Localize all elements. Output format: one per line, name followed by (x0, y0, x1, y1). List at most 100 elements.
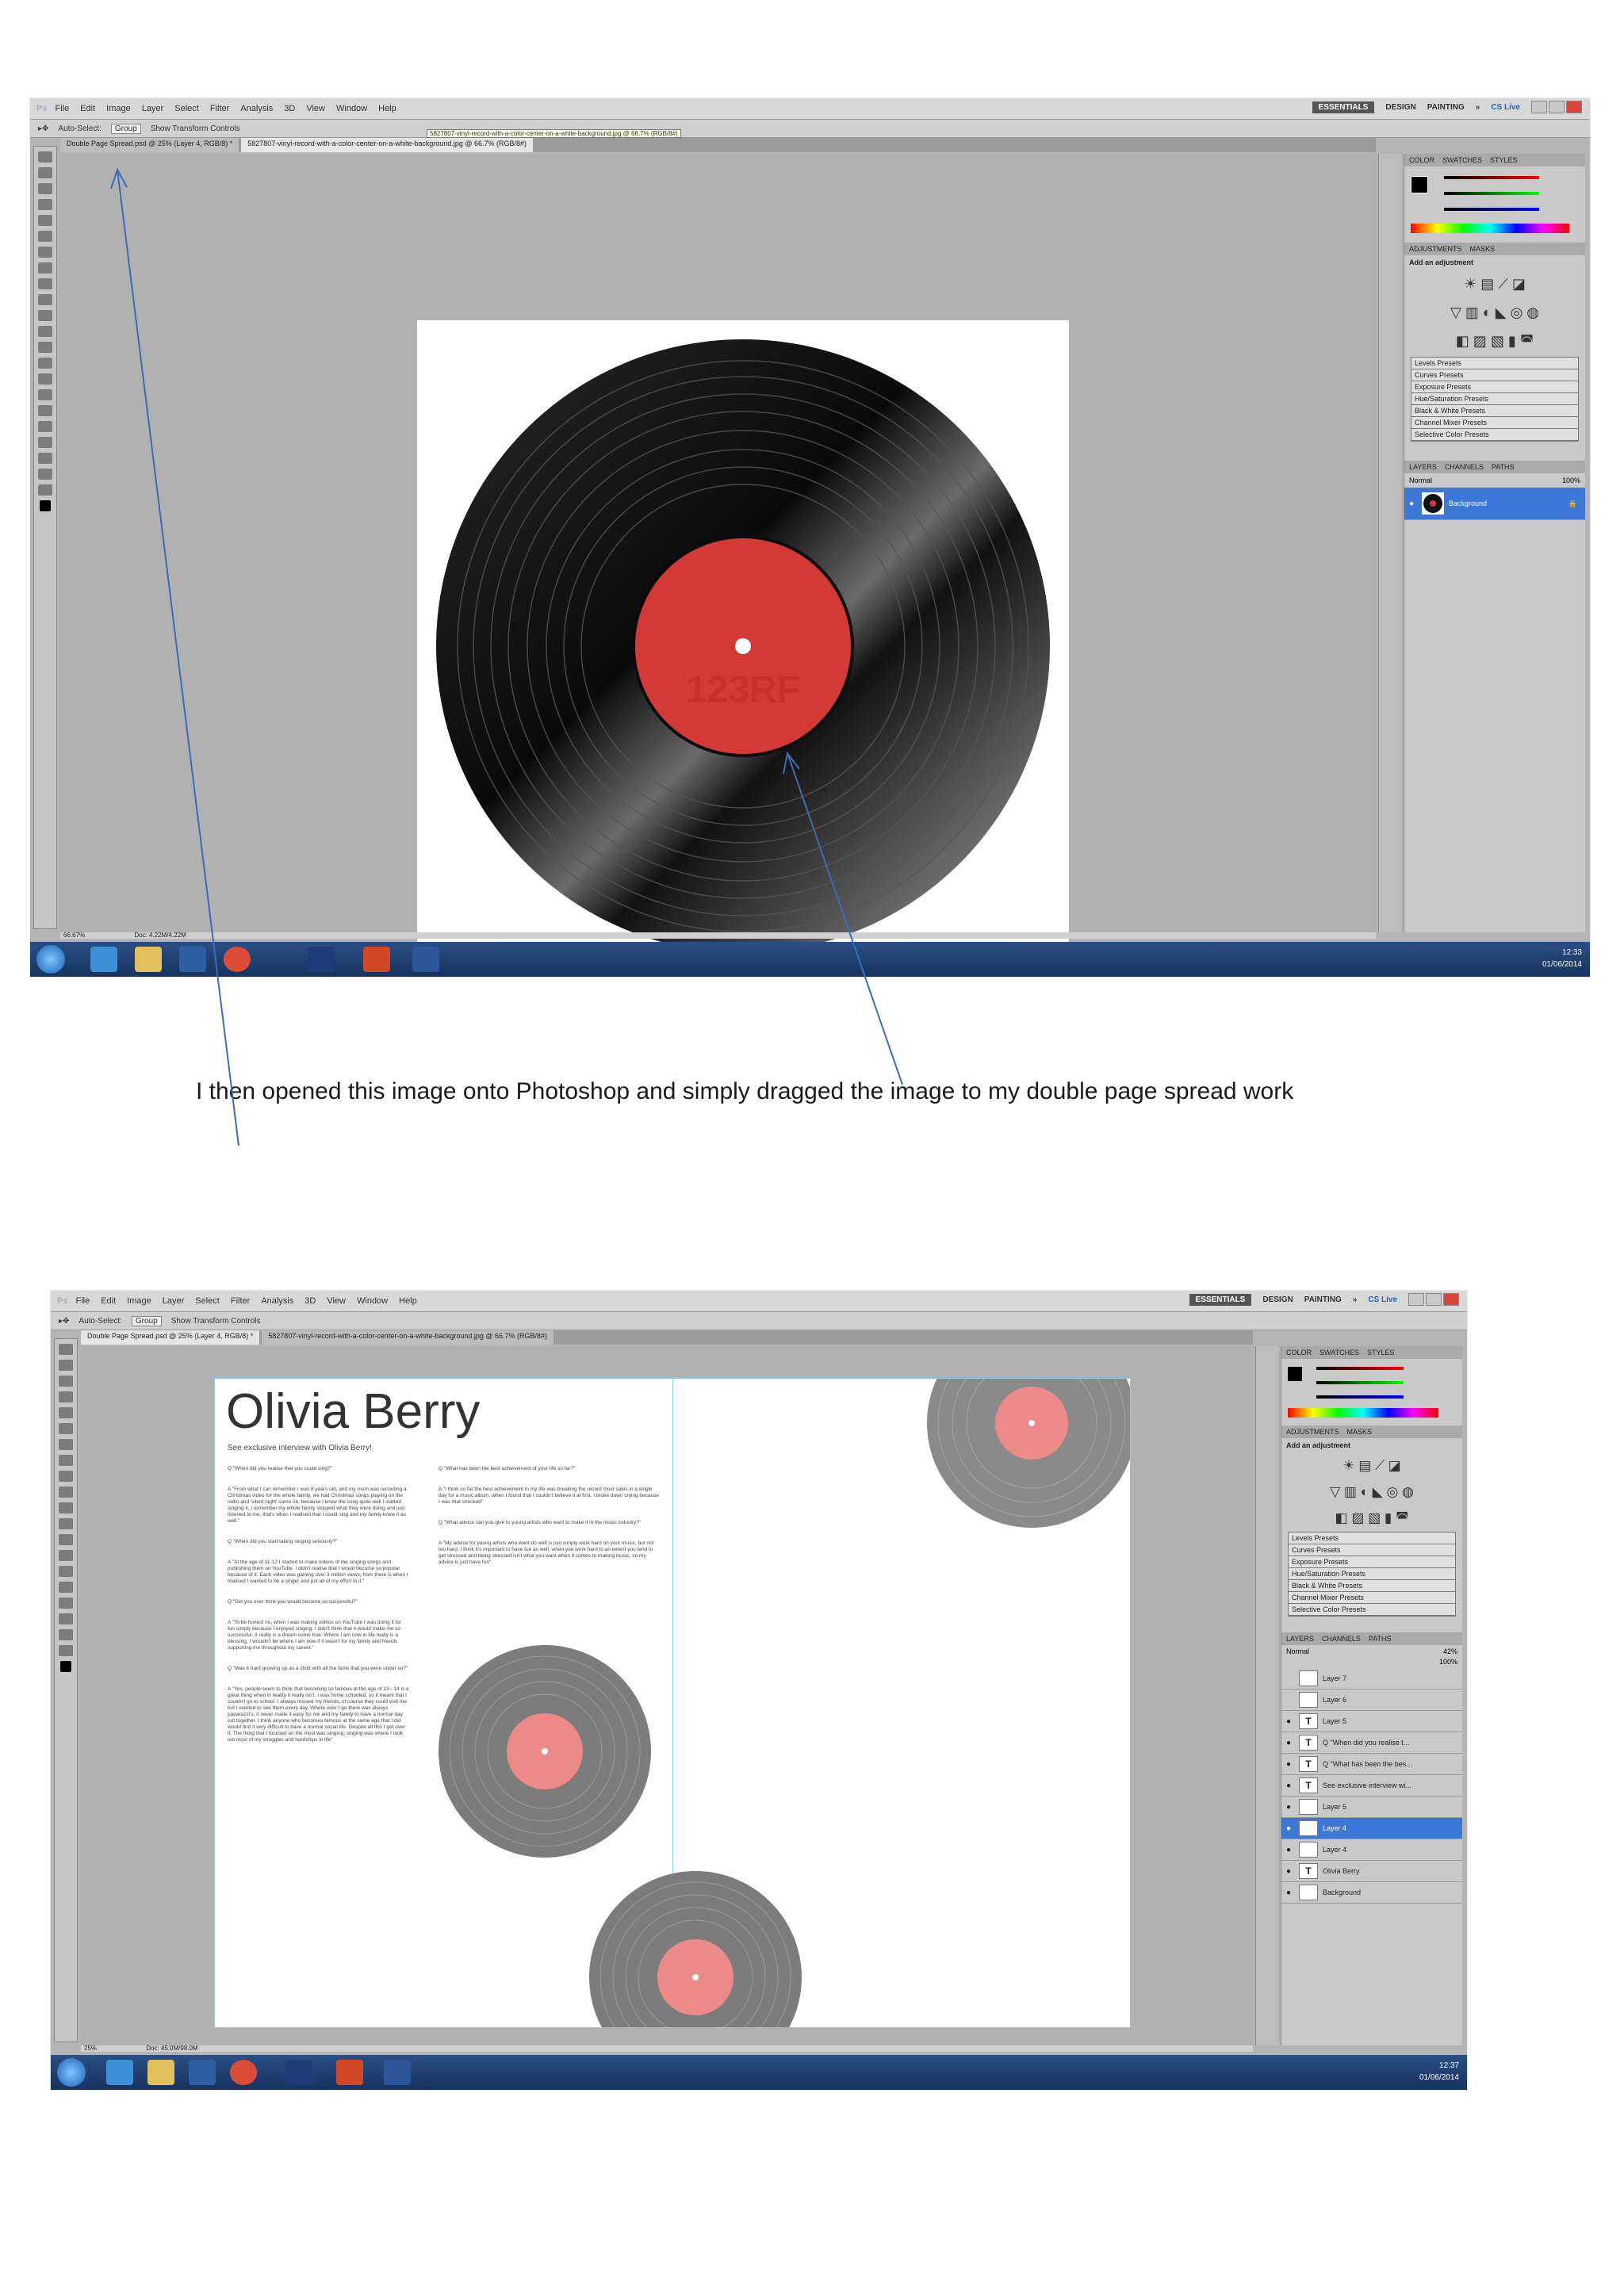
color-sliders[interactable] (1404, 166, 1585, 243)
photoshop-taskbar-icon[interactable] (308, 947, 335, 972)
powerpoint-icon[interactable] (336, 2060, 363, 2085)
preset-hue-saturation[interactable]: Hue/Saturation Presets (1289, 1568, 1455, 1580)
powerpoint-icon[interactable] (363, 947, 390, 972)
workspace-painting[interactable]: PAINTING (1304, 1295, 1342, 1304)
menu-filter[interactable]: Filter (231, 1296, 250, 1306)
menu-3d[interactable]: 3D (304, 1296, 316, 1306)
start-button[interactable] (57, 2058, 86, 2087)
eye-icon[interactable]: ● (1286, 1739, 1294, 1747)
layer-row[interactable]: ● Background (1281, 1882, 1462, 1904)
zoom-level[interactable]: 25% (84, 2045, 97, 2052)
tab-vinyl-record[interactable]: 5827807-vinyl-record-with-a-color-center… (241, 138, 534, 152)
tab-vinyl-record[interactable]: 5827807-vinyl-record-with-a-color-center… (262, 1330, 554, 1345)
tab-swatches[interactable]: SWATCHES (1442, 156, 1482, 164)
tab-color[interactable]: COLOR (1409, 156, 1434, 164)
workspace-essentials[interactable]: ESSENTIALS (1189, 1293, 1252, 1306)
menu-image[interactable]: Image (127, 1296, 151, 1306)
tab-layers[interactable]: LAYERS (1409, 463, 1437, 471)
tab-color[interactable]: COLOR (1286, 1349, 1312, 1357)
menu-layer[interactable]: Layer (142, 104, 164, 113)
workspace-more[interactable]: » (1353, 1295, 1358, 1304)
minimize-button[interactable] (1408, 1293, 1424, 1306)
eye-icon[interactable]: ● (1286, 1760, 1294, 1769)
menu-select[interactable]: Select (174, 104, 199, 113)
zoom-level[interactable]: 66.67% (63, 932, 85, 939)
preset-channel-mixer[interactable]: Channel Mixer Presets (1289, 1592, 1455, 1604)
canvas-area[interactable]: 123RF (60, 154, 1376, 972)
layer-row[interactable]: ● T Olivia Berry (1281, 1861, 1462, 1882)
menu-filter[interactable]: Filter (210, 104, 229, 113)
close-button[interactable] (1566, 101, 1582, 113)
canvas-area[interactable]: Olivia Berry See exclusive interview wit… (81, 1346, 1253, 2045)
explorer-icon[interactable] (147, 2060, 174, 2085)
tab-channels[interactable]: CHANNELS (1445, 463, 1484, 471)
chrome-icon[interactable] (230, 2060, 257, 2085)
blend-mode-dropdown[interactable]: Normal (1409, 476, 1432, 484)
layer-row[interactable]: ● T Q "What has been the bes... (1281, 1754, 1462, 1775)
auto-select-dropdown[interactable]: Group (131, 1315, 162, 1326)
workspace-essentials[interactable]: ESSENTIALS (1312, 101, 1375, 113)
layer-row[interactable]: ● Layer 5 (1281, 1797, 1462, 1818)
ie-icon[interactable] (106, 2060, 133, 2085)
tab-channels[interactable]: CHANNELS (1322, 1635, 1361, 1643)
layer-row[interactable]: ● Layer 4 (1281, 1818, 1462, 1839)
preset-curves[interactable]: Curves Presets (1411, 369, 1578, 381)
preset-black-white[interactable]: Black & White Presets (1289, 1580, 1455, 1592)
preset-selective-color[interactable]: Selective Color Presets (1411, 429, 1578, 441)
menu-layer[interactable]: Layer (163, 1296, 185, 1306)
blend-mode-dropdown[interactable]: Normal (1286, 1647, 1309, 1655)
eye-icon[interactable]: ● (1286, 1803, 1294, 1812)
tab-masks[interactable]: MASKS (1347, 1428, 1373, 1436)
layer-row[interactable]: ● T See exclusive interview wi... (1281, 1775, 1462, 1797)
tab-layers[interactable]: LAYERS (1286, 1635, 1314, 1643)
menu-window[interactable]: Window (336, 104, 367, 113)
menu-edit[interactable]: Edit (80, 104, 95, 113)
tab-masks[interactable]: MASKS (1470, 245, 1496, 253)
eye-icon[interactable]: ● (1286, 1717, 1294, 1726)
maximize-button[interactable] (1426, 1293, 1442, 1306)
cs-live-button[interactable]: CS Live (1491, 103, 1520, 112)
workspace-design[interactable]: DESIGN (1262, 1295, 1293, 1304)
preset-levels[interactable]: Levels Presets (1289, 1533, 1455, 1544)
layer-row[interactable]: Layer 7 (1281, 1668, 1462, 1689)
menu-image[interactable]: Image (106, 104, 131, 113)
menu-select[interactable]: Select (195, 1296, 220, 1306)
preset-black-white[interactable]: Black & White Presets (1411, 405, 1578, 417)
menu-file[interactable]: File (75, 1296, 90, 1306)
layer-row[interactable]: ● Background 🔒 (1404, 488, 1585, 520)
tab-paths[interactable]: PATHS (1492, 463, 1515, 471)
eye-icon[interactable]: ● (1286, 1846, 1294, 1854)
layer-row[interactable]: ● T Q "When did you realise t... (1281, 1732, 1462, 1754)
tab-adjustments[interactable]: ADJUSTMENTS (1286, 1428, 1339, 1436)
menu-help[interactable]: Help (399, 1296, 417, 1306)
preset-selective-color[interactable]: Selective Color Presets (1289, 1604, 1455, 1616)
ie-icon[interactable] (90, 947, 117, 972)
menu-view[interactable]: View (306, 104, 325, 113)
media-player-icon[interactable] (189, 2060, 216, 2085)
layer-row[interactable]: Layer 6 (1281, 1689, 1462, 1711)
transform-controls-checkbox[interactable]: Show Transform Controls (171, 1317, 261, 1326)
word-icon[interactable] (384, 2060, 411, 2085)
workspace-design[interactable]: DESIGN (1385, 103, 1415, 112)
tab-styles[interactable]: STYLES (1367, 1349, 1395, 1357)
minimize-button[interactable] (1531, 101, 1547, 113)
menu-3d[interactable]: 3D (284, 104, 295, 113)
menu-file[interactable]: File (55, 104, 69, 113)
menu-analysis[interactable]: Analysis (261, 1296, 293, 1306)
tab-swatches[interactable]: SWATCHES (1320, 1349, 1359, 1357)
layer-row[interactable]: ● Layer 4 (1281, 1839, 1462, 1861)
media-player-icon[interactable] (179, 947, 206, 972)
transform-controls-checkbox[interactable]: Show Transform Controls (151, 124, 240, 133)
eye-icon[interactable]: ● (1286, 1867, 1294, 1876)
preset-curves[interactable]: Curves Presets (1289, 1544, 1455, 1556)
adjustment-icons[interactable]: ☀ ▤ ⟋ ◪ ▽ ▥ ◐ ◣ ◎ ◍ ◧ ▨ ▧ ▮ ◚ (1404, 270, 1585, 357)
opacity-field[interactable]: 42% (1443, 1647, 1457, 1655)
menu-view[interactable]: View (327, 1296, 346, 1306)
eye-icon[interactable]: ● (1286, 1888, 1294, 1897)
eye-icon[interactable]: ● (1286, 1781, 1294, 1790)
move-tool-icon[interactable]: ▸✥ (38, 124, 48, 133)
close-button[interactable] (1443, 1293, 1459, 1306)
workspace-painting[interactable]: PAINTING (1427, 103, 1465, 112)
layer-row[interactable]: ● T Layer 5 (1281, 1711, 1462, 1732)
word-icon[interactable] (412, 947, 439, 972)
